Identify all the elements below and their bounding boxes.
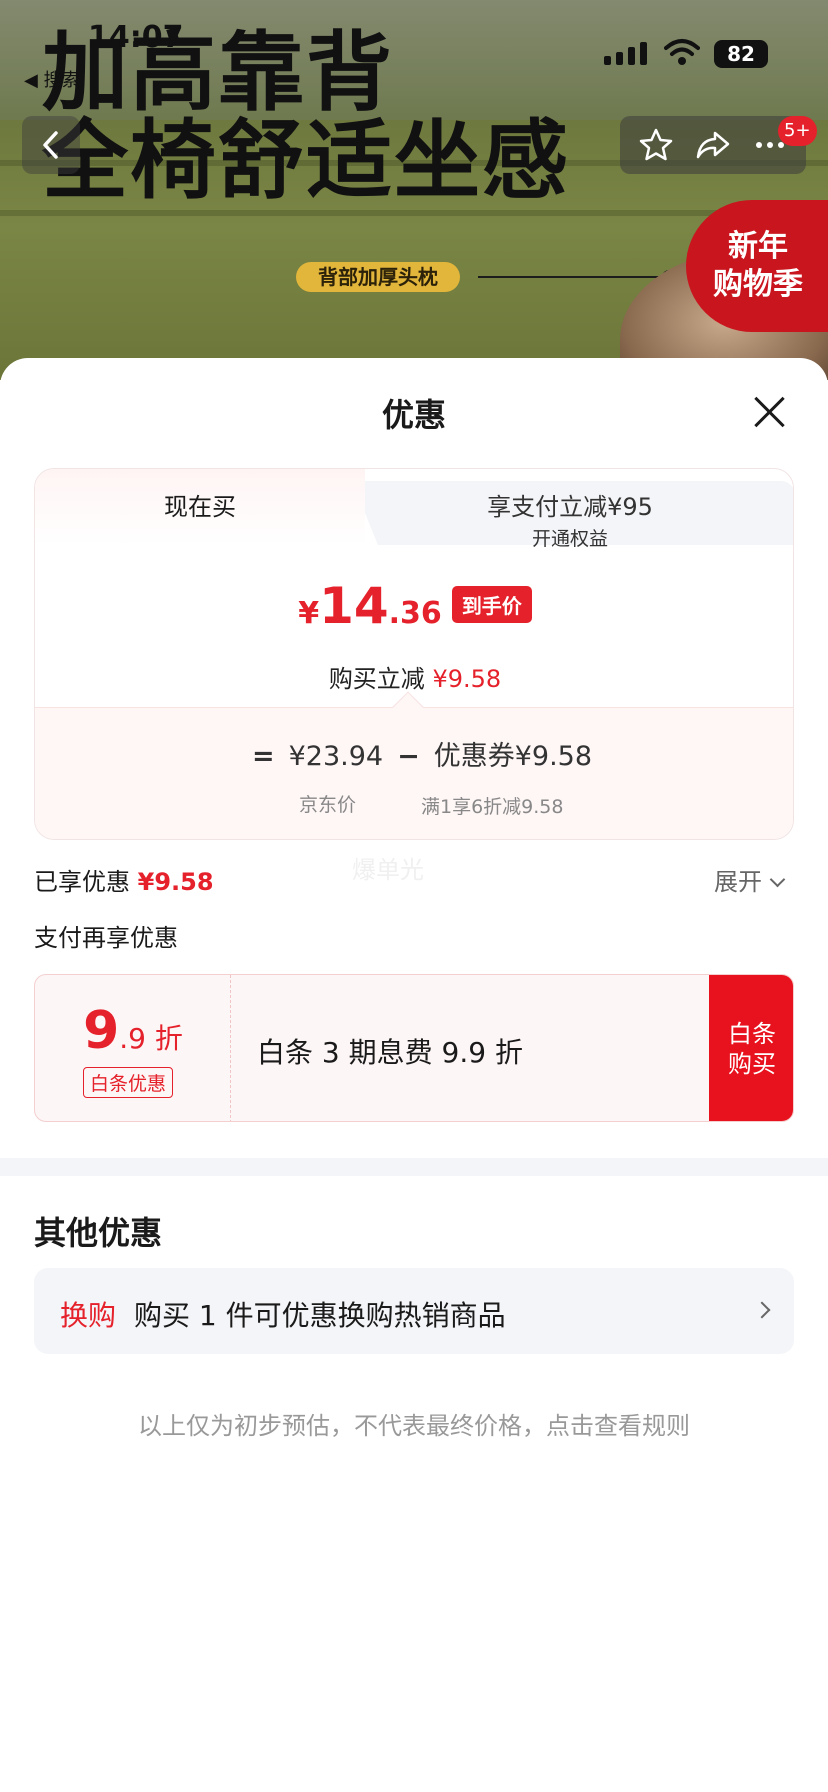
equals-sign: =: [251, 741, 275, 772]
feature-pill: 背部加厚头枕: [296, 262, 460, 292]
promo-line-1: 新年: [728, 229, 788, 264]
final-price: ¥ 14 .36 到手价: [35, 577, 793, 635]
status-time: 14:07: [88, 20, 184, 55]
baitiao-buy-button[interactable]: 白条 购买: [709, 975, 793, 1121]
jd-price-label: 京东价: [299, 794, 357, 816]
coupon-amount: 优惠券¥9.58: [433, 741, 593, 772]
cart-badge: 5+: [778, 116, 817, 146]
price-formula: = ¥23.94− 优惠券¥9.58 京东价 满1享6折减9.58: [35, 691, 793, 839]
tab-pay-subtitle: 开通权益: [531, 528, 608, 550]
promo-line-2: 购物季: [713, 267, 803, 302]
enjoyed-label: 已享优惠: [34, 868, 130, 896]
feature-pointer-line: [478, 276, 668, 278]
tab-pay-title: 享支付立减¥95: [487, 493, 653, 521]
section-divider: [0, 1158, 828, 1176]
coupon-tag: 白条优惠: [83, 1067, 174, 1098]
discount-sheet: 优惠 享支付立减¥95 开通权益 现在买 ¥ 14 .36 到手价 购买立减 ¥…: [0, 358, 828, 1792]
star-icon[interactable]: [638, 127, 674, 163]
reduce-amount: ¥9.58: [432, 665, 502, 693]
back-arrow-icon: [43, 131, 58, 159]
status-back-app[interactable]: ◀ 搜索: [24, 66, 80, 92]
chevron-down-icon: [769, 871, 786, 888]
baitiao-coupon[interactable]: 9.9 折 白条优惠 白条 3 期息费 9.9 折 白条 购买: [34, 974, 794, 1122]
currency-symbol: ¥: [298, 596, 320, 631]
product-banner: 加高靠背 全椅舒适坐感 背部加厚头枕 新年 购物季 14:07 ◀ 搜索 82: [0, 0, 828, 380]
reduce-label: 购买立减: [328, 665, 425, 693]
coupon-rate-big: 9: [83, 1001, 120, 1061]
banner-headline-2: 全椅舒适坐感: [42, 111, 570, 211]
coupon-description: 白条 3 期息费 9.9 折: [257, 1036, 523, 1069]
formula-pointer: [392, 691, 424, 723]
enjoyed-amount: ¥9.58: [137, 868, 214, 896]
other-discounts-title: 其他优惠: [34, 1214, 163, 1252]
watermark: 爆单光: [352, 856, 424, 884]
expand-label: 展开: [714, 868, 762, 896]
tab-pay-discount[interactable]: 享支付立减¥95 开通权益: [345, 481, 793, 550]
coupon-rule: 满1享6折减9.58: [421, 796, 564, 818]
final-price-tag: 到手价: [451, 586, 532, 623]
formula-equation: = ¥23.94− 优惠券¥9.58: [35, 734, 793, 773]
back-button[interactable]: [22, 116, 80, 174]
expand-button[interactable]: 展开: [714, 862, 786, 897]
price-decimal: .36: [388, 596, 442, 631]
signal-icon: [604, 42, 647, 65]
battery-indicator: 82: [714, 40, 768, 68]
tab-buy-now[interactable]: 现在买: [35, 469, 365, 545]
promo-badge: 新年 购物季: [686, 200, 828, 332]
status-bar: 14:07 ◀ 搜索 82: [0, 0, 828, 100]
minus-sign: −: [397, 741, 420, 772]
close-icon[interactable]: [752, 394, 788, 430]
trade-in-text: 购买 1 件可优惠换购热销商品: [134, 1299, 506, 1332]
estimate-note[interactable]: 以上仅为初步预估，不代表最终价格，点击查看规则: [0, 1406, 828, 1441]
sheet-title: 优惠: [381, 396, 446, 434]
trade-in-tag: 换购: [60, 1299, 117, 1332]
pay-more-heading: 支付再享优惠: [34, 924, 178, 952]
buy-button-line-2: 购买: [728, 1050, 776, 1078]
wifi-icon: [664, 39, 700, 65]
chevron-right-icon: [753, 1301, 771, 1319]
coupon-rate: 9.9 折: [35, 1001, 231, 1061]
coupon-rate-block: 9.9 折 白条优惠: [35, 975, 231, 1121]
coupon-rate-small: .9 折: [119, 1022, 183, 1055]
price-integer: 14: [319, 577, 389, 635]
enjoyed-discount: 已享优惠 ¥9.58: [34, 862, 214, 897]
share-icon[interactable]: [695, 127, 731, 163]
jd-price: ¥23.94: [288, 741, 384, 772]
trade-in-item[interactable]: 换购 购买 1 件可优惠换购热销商品: [34, 1268, 794, 1354]
buy-button-line-1: 白条: [728, 1020, 776, 1048]
price-card: 享支付立减¥95 开通权益 现在买 ¥ 14 .36 到手价 购买立减 ¥9.5…: [34, 468, 794, 840]
instant-reduce: 购买立减 ¥9.58: [35, 659, 793, 694]
